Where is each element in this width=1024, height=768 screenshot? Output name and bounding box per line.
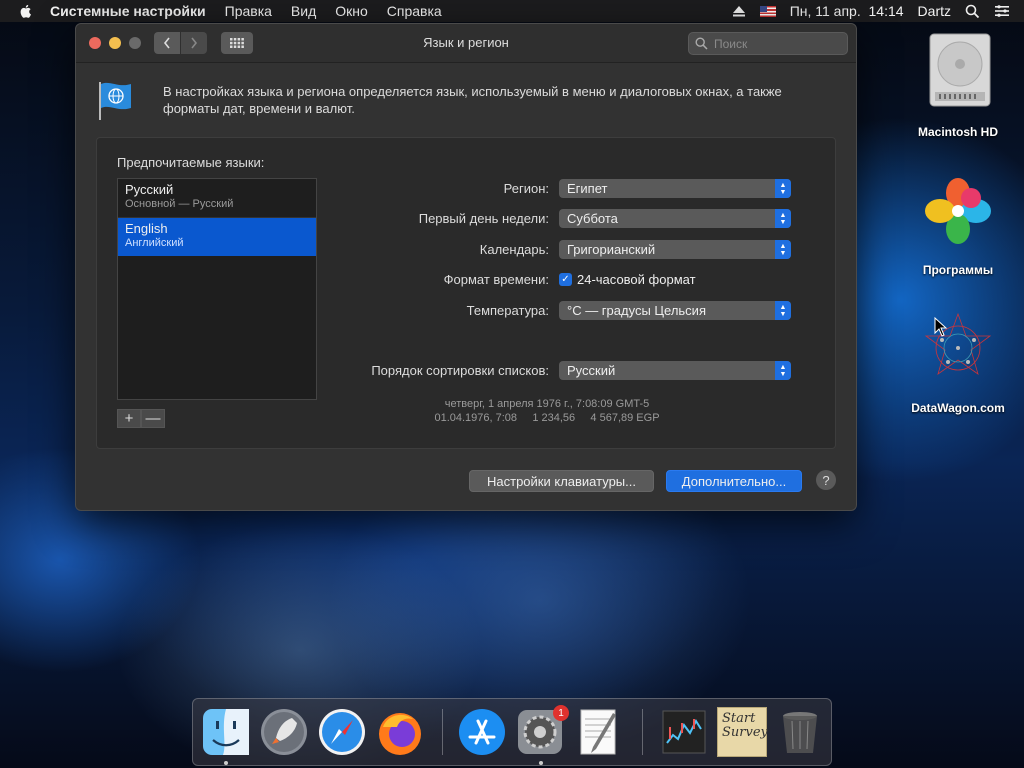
first-day-label: Первый день недели: [418,211,549,226]
keyboard-settings-button[interactable]: Настройки клавиатуры... [469,470,654,492]
preferred-languages-title: Предпочитаемые языки: [117,155,265,170]
search-input[interactable] [712,35,836,52]
language-region-flag-icon [99,82,131,120]
calendar-value: Григорианский [567,242,656,257]
language-item-russian[interactable]: Русский Основной — Русский [118,179,316,218]
dock: 1 Start Survey [192,698,832,766]
hard-drive-icon [929,33,991,107]
settings-panel: Предпочитаемые языки: Русский Основной —… [96,137,836,449]
language-name: English [125,221,168,236]
app-store-icon[interactable] [457,707,507,757]
finder-icon[interactable] [201,707,251,757]
dock-separator [642,709,643,755]
popup-stepper-icon: ▲ ▼ [775,240,791,259]
sort-order-popup[interactable]: Русский ▲ ▼ [559,361,791,380]
desktop-icon-label: Macintosh HD [917,125,998,139]
remove-language-button[interactable]: — [141,409,165,428]
running-indicator [539,761,543,765]
language-name: Русский [125,182,174,197]
region-popup[interactable]: Египет ▲ ▼ [559,179,791,198]
sort-order-label: Порядок сортировки списков: [371,363,549,378]
menu-user[interactable]: Dartz [918,3,951,19]
desktop-icon-label: DataWagon.com [911,401,1005,415]
notification-badge: 1 [553,705,569,721]
menu-app-name[interactable]: Системные настройки [50,3,206,19]
language-region-window: Язык и регион В настройках языка и регио… [75,23,857,511]
firefox-icon[interactable] [375,707,425,757]
checkmark-icon[interactable]: ✓ [559,273,572,286]
control-center-icon[interactable] [994,4,1010,18]
safari-icon[interactable] [317,707,367,757]
region-label: Регион: [503,181,549,196]
advanced-button[interactable]: Дополнительно... [666,470,802,492]
apple-icon[interactable] [18,3,34,19]
desktop-icon-applications[interactable]: Программы [903,176,1013,280]
datawagon-logo-icon [924,312,992,375]
search-icon [695,37,708,50]
language-item-english[interactable]: English Английский [118,218,316,256]
dock-separator [442,709,443,755]
popup-stepper-icon: ▲ ▼ [775,209,791,228]
help-button[interactable]: ? [816,470,836,490]
eject-icon[interactable] [732,5,746,17]
region-value: Египет [567,181,608,196]
time-format-value: 24-часовой формат [577,272,696,287]
menu-datetime[interactable]: Пн, 11 апр. 14:14 [790,3,904,19]
popup-stepper-icon: ▲ ▼ [775,179,791,198]
menu-help[interactable]: Справка [387,3,442,19]
first-day-value: Суббота [567,211,618,226]
popup-stepper-icon: ▲ ▼ [775,301,791,320]
textedit-icon[interactable] [573,707,623,757]
sample-date-line: четверг, 1 апреля 1976 г., 7:08:09 GMT-5 [444,398,650,410]
search-field[interactable] [688,32,848,55]
first-day-popup[interactable]: Суббота ▲ ▼ [559,209,791,228]
temperature-label: Температура: [466,303,549,318]
desktop-icon-datawagon[interactable]: DataWagon.com [903,310,1013,418]
menu-view[interactable]: Вид [291,3,316,19]
spotlight-search-icon[interactable] [965,4,980,19]
menu-window[interactable]: Окно [335,3,368,19]
temperature-value: °C — градусы Цельсия [567,303,706,318]
desktop-icon-label: Программы [922,263,994,277]
desktop-icon-macintosh-hd[interactable]: Macintosh HD [903,30,1013,142]
trash-icon[interactable] [775,707,825,757]
language-subtitle: Английский [125,237,184,249]
intro-description: В настройках языка и региона определяетс… [163,84,782,116]
mouse-pointer-icon [934,317,948,337]
stocks-chart-icon[interactable] [659,707,709,757]
calendar-label: Календарь: [479,242,549,257]
survey-note-text: Start Survey [722,711,768,740]
title-bar: Язык и регион [76,24,856,63]
menu-bar: Системные настройки Правка Вид Окно Спра… [0,0,1024,22]
sample-numbers-line: 01.04.1976, 7:08 1 234,56 4 567,89 EGP [434,412,660,424]
time-format-label: Формат времени: [443,272,549,287]
calendar-popup[interactable]: Григорианский ▲ ▼ [559,240,791,259]
sort-order-value: Русский [567,363,616,378]
start-survey-note[interactable]: Start Survey [717,707,768,757]
preferred-languages-list[interactable]: Русский Основной — Русский English Англи… [117,178,317,400]
input-source-flag-icon[interactable] [759,5,776,17]
launchpad-icon[interactable] [259,707,309,757]
menu-edit[interactable]: Правка [225,3,272,19]
applications-flower-icon [925,178,991,244]
time-format-checkbox-row[interactable]: ✓ 24-часовой формат [559,272,696,287]
language-subtitle: Основной — Русский [125,198,234,210]
temperature-popup[interactable]: °C — градусы Цельсия ▲ ▼ [559,301,791,320]
add-language-button[interactable]: + [117,409,141,428]
popup-stepper-icon: ▲ ▼ [775,361,791,380]
running-indicator [224,761,228,765]
